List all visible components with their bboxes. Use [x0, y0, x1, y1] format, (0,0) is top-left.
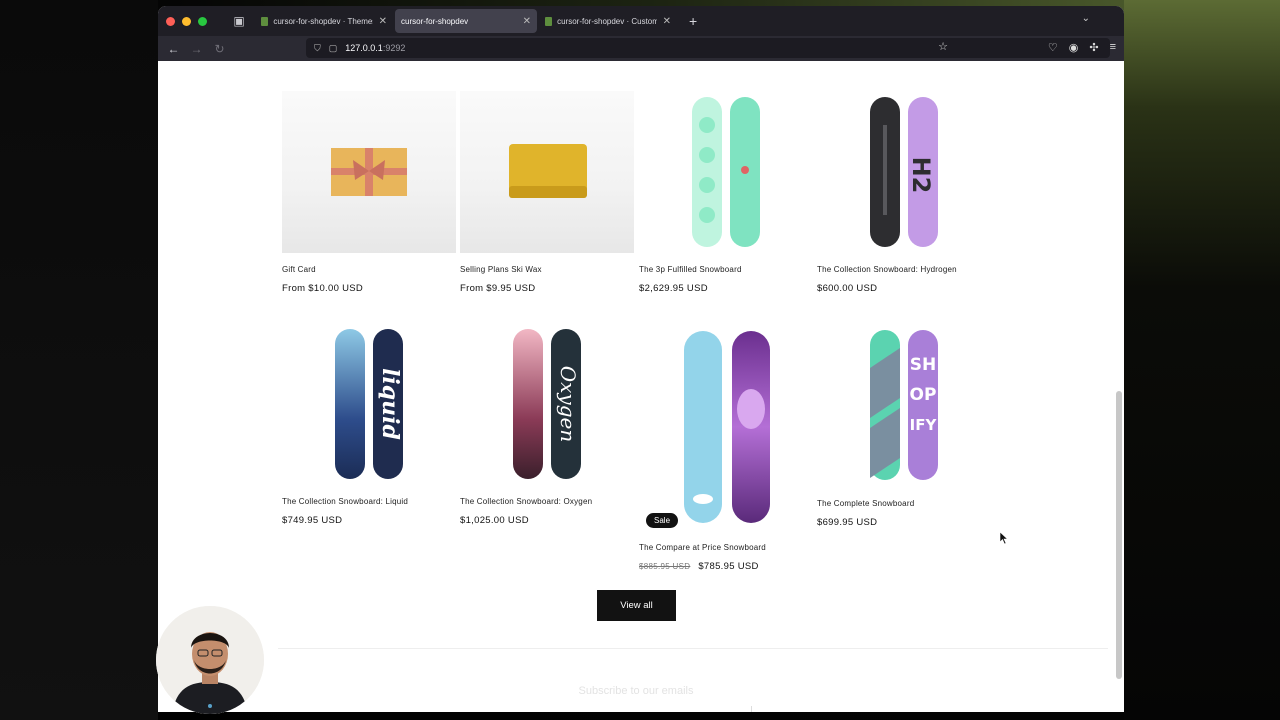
product-price: $699.95 USD: [817, 517, 878, 528]
shield-icon[interactable]: ⛉: [314, 43, 321, 54]
board-graphic-text: H2: [907, 157, 935, 194]
product-title[interactable]: The Collection Snowboard: Hydrogen: [817, 265, 991, 274]
board-graphic-text: liquid: [377, 368, 403, 440]
new-tab-icon[interactable]: +: [689, 13, 697, 29]
product-card-ski-wax[interactable]: Selling Plans Ski Wax From $9.95 USD: [460, 91, 634, 294]
forward-arrow-icon[interactable]: →: [185, 42, 208, 56]
board-graphic-text: IFY: [910, 416, 938, 434]
product-price: $600.00 USD: [817, 283, 878, 294]
browser-window: ▣ cursor-for-shopdev · Themes · ✕ cursor…: [158, 6, 1124, 712]
tab-label: cursor-for-shopdev: [401, 16, 469, 26]
product-card-liquid[interactable]: liquid The Collection Snowboard: Liquid …: [282, 323, 456, 526]
snowboard-hydrogen-icon: H2: [870, 97, 938, 247]
url-port: :9292: [382, 43, 406, 53]
address-bar[interactable]: ⛉ ▢ 127.0.0.1:9292: [306, 38, 1110, 58]
product-title[interactable]: The Collection Snowboard: Liquid: [282, 497, 456, 506]
product-price: From $9.95 USD: [460, 283, 536, 294]
close-window-button[interactable]: [166, 16, 175, 26]
product-price: $1,025.00 USD: [460, 515, 529, 526]
close-tab-icon[interactable]: ✕: [523, 16, 531, 27]
sale-price: $785.95 USD: [698, 561, 759, 572]
newsletter-heading: Subscribe to our emails: [578, 685, 694, 697]
product-image[interactable]: liquid: [282, 323, 456, 485]
snowboard-complete-icon: SH OP IFY: [870, 330, 938, 480]
product-image[interactable]: [639, 91, 813, 253]
tab-customize[interactable]: cursor-for-shopdev · Customize ✕: [539, 9, 677, 33]
product-image[interactable]: SH OP IFY: [817, 323, 991, 487]
product-price: $2,629.95 USD: [639, 283, 708, 294]
product-image[interactable]: [460, 91, 634, 253]
product-image[interactable]: Oxygen: [460, 323, 634, 485]
product-title[interactable]: The Compare at Price Snowboard: [639, 543, 813, 552]
product-title[interactable]: The Complete Snowboard: [817, 499, 991, 508]
product-image[interactable]: [282, 91, 456, 253]
reload-icon[interactable]: ↻: [208, 42, 231, 56]
product-image[interactable]: [639, 323, 813, 531]
toolbar-extensions: ♡ ◉ ✣ ≡: [1048, 41, 1116, 54]
tab-bar: ▣ cursor-for-shopdev · Themes · ✕ cursor…: [158, 6, 1124, 36]
minimize-window-button[interactable]: [182, 16, 191, 26]
tab-label: cursor-for-shopdev · Themes ·: [273, 16, 373, 26]
window-controls: [166, 16, 207, 26]
section-divider: [278, 648, 1108, 649]
compare-at-price: $885.95 USD: [639, 562, 691, 571]
product-image[interactable]: H2: [817, 91, 991, 253]
product-price: From $10.00 USD: [282, 283, 364, 294]
product-card-gift-card[interactable]: Gift Card From $10.00 USD: [282, 91, 456, 294]
storefront-page: Gift Card From $10.00 USD Selling Plans …: [158, 61, 1124, 712]
menu-icon[interactable]: ≡: [1110, 41, 1116, 54]
tab-overview-icon[interactable]: ▣: [229, 11, 249, 31]
product-title[interactable]: The Collection Snowboard: Oxygen: [460, 497, 634, 506]
desktop-backdrop-left: [0, 0, 158, 720]
account-icon[interactable]: ◉: [1069, 41, 1079, 54]
nav-toolbar: ← → ↻ ⛉ ▢ 127.0.0.1:9292 ☆ ♡ ◉ ✣ ≡: [158, 36, 1124, 61]
product-card-3p-fulfilled[interactable]: The 3p Fulfilled Snowboard $2,629.95 USD: [639, 91, 813, 294]
snowboard-oxygen-icon: Oxygen: [513, 329, 581, 479]
product-card-hydrogen[interactable]: H2 The Collection Snowboard: Hydrogen $6…: [817, 91, 991, 294]
back-arrow-icon[interactable]: ←: [162, 42, 185, 56]
close-tab-icon[interactable]: ✕: [379, 16, 387, 27]
page-icon: ▢: [328, 42, 338, 53]
product-card-compare-at-price[interactable]: Sale The Compare at Price Snowboard $885…: [639, 323, 813, 572]
snowboard-liquid-icon: liquid: [335, 329, 403, 479]
page-scrollbar[interactable]: [1116, 391, 1122, 679]
board-graphic-text: Oxygen: [556, 366, 580, 443]
gift-box-icon: [331, 148, 407, 196]
product-title[interactable]: Gift Card: [282, 265, 456, 274]
board-graphic-text: SH: [910, 355, 936, 375]
tab-label: cursor-for-shopdev · Customize: [557, 16, 657, 26]
snowboard-compare-icon: [684, 331, 770, 523]
product-title[interactable]: The 3p Fulfilled Snowboard: [639, 265, 813, 274]
snowboard-3p-icon: [692, 97, 760, 247]
presenter-webcam-overlay: [156, 606, 264, 714]
desktop-backdrop-right: [1124, 0, 1280, 720]
pocket-icon[interactable]: ♡: [1048, 41, 1058, 54]
product-price: $885.95 USD $785.95 USD: [639, 561, 813, 572]
product-price: $749.95 USD: [282, 515, 343, 526]
presenter-avatar: [156, 606, 264, 714]
zoom-window-button[interactable]: [198, 16, 207, 26]
mouse-pointer-icon: [1000, 532, 1008, 544]
sale-badge: Sale: [646, 513, 679, 528]
list-all-tabs-icon[interactable]: ⌄: [1082, 13, 1090, 24]
wax-bar-icon: [509, 144, 587, 198]
view-all-button[interactable]: View all: [597, 590, 676, 621]
product-card-complete[interactable]: SH OP IFY The Complete Snowboard $699.95…: [817, 323, 991, 528]
email-field-edge: [751, 706, 752, 712]
product-card-oxygen[interactable]: Oxygen The Collection Snowboard: Oxygen …: [460, 323, 634, 526]
url-host: 127.0.0.1: [345, 43, 383, 53]
close-tab-icon[interactable]: ✕: [663, 16, 671, 27]
tab-storefront[interactable]: cursor-for-shopdev ✕: [395, 9, 537, 33]
shopify-favicon-icon: [545, 16, 553, 26]
shopify-favicon-icon: [261, 16, 269, 26]
board-graphic-text: OP: [910, 385, 937, 405]
tab-themes[interactable]: cursor-for-shopdev · Themes · ✕: [255, 9, 393, 33]
extensions-icon[interactable]: ✣: [1089, 41, 1098, 54]
bookmark-star-icon[interactable]: ☆: [938, 40, 948, 53]
product-title[interactable]: Selling Plans Ski Wax: [460, 265, 634, 274]
